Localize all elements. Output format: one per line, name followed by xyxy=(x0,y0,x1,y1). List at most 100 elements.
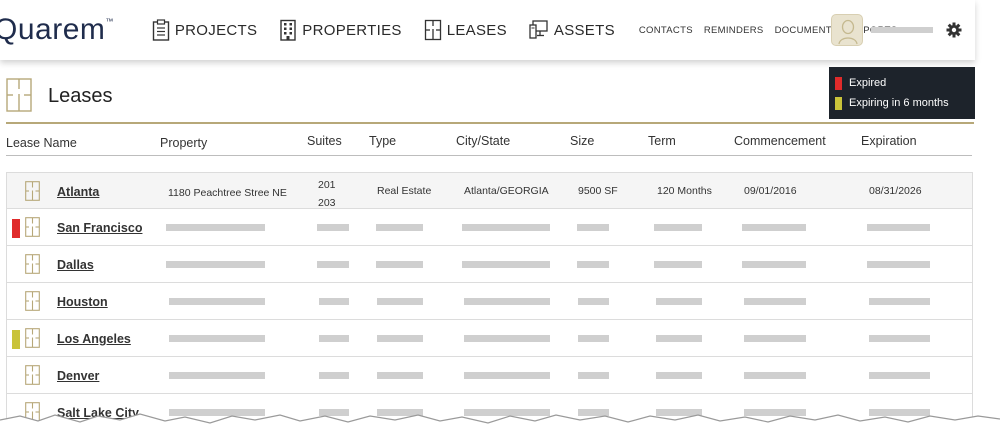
col-commencement[interactable]: Commencement xyxy=(734,134,826,148)
torn-edge-decoration xyxy=(0,413,1000,438)
nav-projects-label: PROJECTS xyxy=(174,21,258,39)
cell-size: 9500 SF xyxy=(578,185,618,197)
legend-item-expired: Expired xyxy=(835,73,975,93)
placeholder-term xyxy=(654,224,702,231)
cell-type: Real Estate xyxy=(377,185,432,197)
lease-link-los-angeles[interactable]: Los Angeles xyxy=(57,332,131,346)
col-size[interactable]: Size xyxy=(570,134,594,148)
table-row[interactable]: Dallas xyxy=(6,246,973,283)
header-divider xyxy=(6,122,974,124)
placeholder-size xyxy=(578,335,609,342)
nav-properties-label: PROPERTIES xyxy=(302,21,402,39)
placeholder-expiration xyxy=(869,298,930,305)
placeholder-property xyxy=(169,372,265,379)
placeholder-property xyxy=(166,261,265,268)
floorplan-icon xyxy=(25,217,40,237)
nav-projects[interactable]: PROJECTS xyxy=(152,19,257,41)
col-term[interactable]: Term xyxy=(648,134,676,148)
placeholder-type xyxy=(377,335,423,342)
placeholder-suites xyxy=(319,372,349,379)
gear-icon[interactable] xyxy=(946,22,962,38)
lease-link-atlanta[interactable]: Atlanta xyxy=(57,185,99,199)
table-row[interactable]: San Francisco xyxy=(6,209,973,246)
placeholder-city-state xyxy=(464,298,550,305)
placeholder-term xyxy=(654,261,702,268)
floorplan-icon xyxy=(424,19,441,41)
placeholder-expiration xyxy=(869,335,930,342)
col-suites[interactable]: Suites xyxy=(307,134,342,148)
placeholder-property xyxy=(169,298,265,305)
nav-reminders[interactable]: REMINDERS xyxy=(704,25,764,36)
lease-link-houston[interactable]: Houston xyxy=(57,295,108,309)
cell-commencement: 09/01/2016 xyxy=(744,185,797,197)
nav-assets-label: ASSETS xyxy=(553,21,615,39)
placeholder-size xyxy=(577,224,609,231)
cell-property: 1180 Peachtree Stree NE xyxy=(168,187,287,199)
placeholder-property xyxy=(166,224,265,231)
placeholder-suites xyxy=(317,261,349,268)
placeholder-suites xyxy=(319,298,349,305)
status-indicator-expiring xyxy=(12,330,20,349)
lease-link-san-francisco[interactable]: San Francisco xyxy=(57,221,142,235)
placeholder-size xyxy=(578,372,609,379)
cell-suites: 201 203 xyxy=(318,176,336,212)
cell-city-state: Atlanta/GEORGIA xyxy=(464,185,549,197)
lease-link-denver[interactable]: Denver xyxy=(57,369,99,383)
table-row[interactable]: Houston xyxy=(6,283,973,320)
nav-documents[interactable]: DOCUMENTS xyxy=(775,25,839,36)
suite-value: 201 xyxy=(318,179,336,191)
legend-swatch-expiring xyxy=(835,96,842,110)
placeholder-commencement xyxy=(744,335,806,342)
user-avatar[interactable] xyxy=(831,14,863,46)
username-placeholder[interactable] xyxy=(871,27,933,33)
lease-link-dallas[interactable]: Dallas xyxy=(57,258,94,272)
nav-assets[interactable]: ASSETS xyxy=(529,19,615,41)
leases-table: Atlanta 1180 Peachtree Stree NE 201 203 … xyxy=(6,172,973,431)
floorplan-icon xyxy=(25,254,40,274)
placeholder-commencement xyxy=(742,224,806,231)
placeholder-size xyxy=(577,261,609,268)
nav-leases[interactable]: LEASES xyxy=(424,19,507,41)
placeholder-type xyxy=(376,224,423,231)
building-icon xyxy=(280,19,296,41)
placeholder-suites xyxy=(319,335,349,342)
legend-swatch-expired xyxy=(835,76,842,90)
quarem-logo[interactable]: Quarem™ xyxy=(0,13,114,47)
top-navigation-bar: Quarem™ PROJECTS PROPERTIES LEASES ASSET… xyxy=(0,0,975,60)
placeholder-expiration xyxy=(867,261,930,268)
floorplan-icon xyxy=(6,78,32,112)
placeholder-city-state xyxy=(464,335,550,342)
computer-icon xyxy=(529,20,548,39)
secondary-nav: CONTACTS REMINDERS DOCUMENTS REPORTS xyxy=(639,25,908,36)
legend-label-expiring: Expiring in 6 months xyxy=(849,97,949,109)
placeholder-type xyxy=(376,261,423,268)
table-row[interactable]: Los Angeles xyxy=(6,320,973,357)
placeholder-expiration xyxy=(867,224,930,231)
placeholder-suites xyxy=(317,224,349,231)
col-city-state[interactable]: City/State xyxy=(456,134,510,148)
user-silhouette-icon xyxy=(838,19,858,45)
placeholder-commencement xyxy=(744,298,806,305)
nav-properties[interactable]: PROPERTIES xyxy=(279,19,401,41)
legend-label-expired: Expired xyxy=(849,77,887,89)
placeholder-property xyxy=(169,335,265,342)
nav-contacts[interactable]: CONTACTS xyxy=(639,25,693,36)
table-row[interactable]: Atlanta 1180 Peachtree Stree NE 201 203 … xyxy=(6,172,973,209)
floorplan-icon xyxy=(25,181,40,201)
placeholder-commencement xyxy=(742,261,806,268)
col-type[interactable]: Type xyxy=(369,134,396,148)
placeholder-term xyxy=(656,335,702,342)
legend-item-expiring: Expiring in 6 months xyxy=(835,93,975,113)
clipboard-icon xyxy=(152,19,170,41)
placeholder-term xyxy=(656,372,702,379)
placeholder-city-state xyxy=(462,224,550,231)
col-expiration[interactable]: Expiration xyxy=(861,134,917,148)
col-property[interactable]: Property xyxy=(160,136,207,150)
status-legend: Expired Expiring in 6 months xyxy=(829,67,975,119)
col-lease-name[interactable]: Lease Name xyxy=(6,136,77,150)
floorplan-icon xyxy=(25,365,40,385)
floorplan-icon xyxy=(25,328,40,348)
floorplan-icon xyxy=(25,291,40,311)
main-nav: PROJECTS PROPERTIES LEASES ASSETS xyxy=(152,19,637,41)
table-row[interactable]: Denver xyxy=(6,357,973,394)
